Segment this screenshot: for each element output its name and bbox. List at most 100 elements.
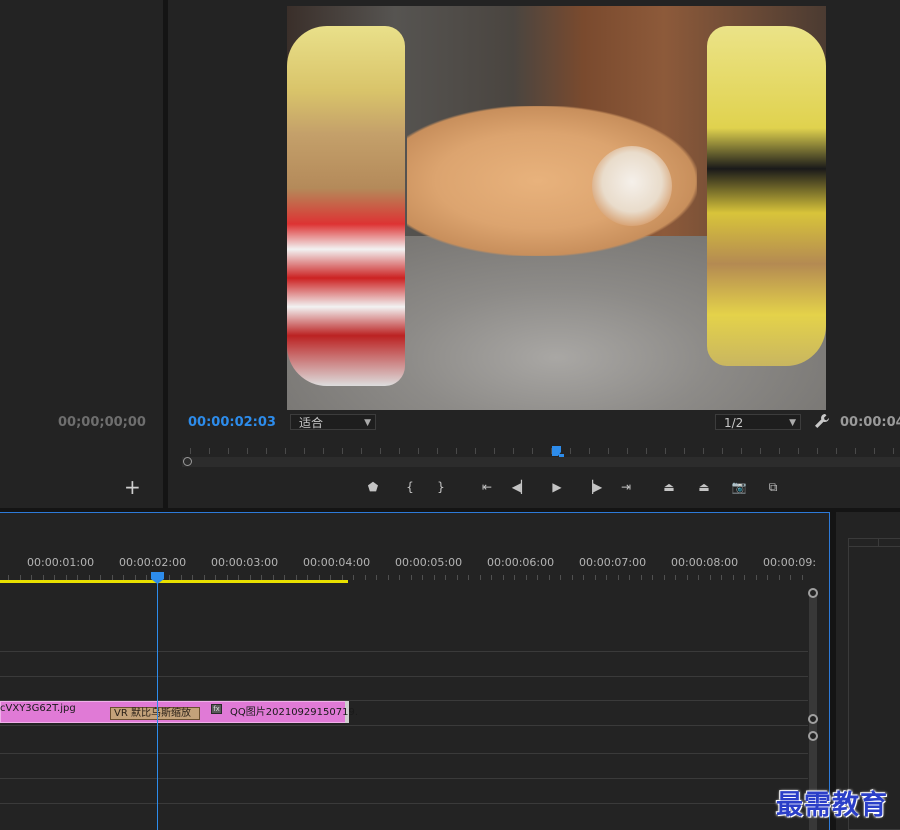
clip-name-1: cVXY3G62T.jpg: [0, 703, 76, 714]
program-duration-timecode: 00:00:04:: [840, 415, 900, 430]
work-area-bar[interactable]: [0, 580, 348, 583]
ruler-tick: [572, 575, 573, 580]
mini-ruler-tick: [228, 448, 229, 454]
ruler-tick: [687, 575, 688, 580]
transition-effect-badge[interactable]: VR 默比乌斯缩放: [110, 707, 200, 720]
ruler-tick: [549, 575, 550, 580]
extract-button[interactable]: ⏏: [694, 478, 714, 496]
ruler-tick: [353, 575, 354, 580]
mini-ruler-tick: [209, 448, 210, 454]
ruler-tick: [491, 575, 492, 580]
fit-select[interactable]: 适合 ▼: [290, 414, 376, 430]
track-divider: [0, 676, 808, 677]
track-divider: [0, 803, 808, 804]
mini-ruler-tick: [342, 448, 343, 454]
ruler-label: 00:00:09:: [763, 556, 817, 569]
lift-button[interactable]: ⏏: [659, 478, 679, 496]
program-mini-ruler[interactable]: [182, 440, 900, 456]
ruler-tick: [503, 575, 504, 580]
add-button[interactable]: +: [124, 477, 141, 497]
chevron-down-icon: ▼: [789, 418, 796, 428]
mini-ruler-tick: [456, 448, 457, 454]
track-divider: [0, 651, 808, 652]
mini-ruler-tick: [893, 448, 894, 454]
mini-ruler-tick: [190, 448, 191, 454]
ruler-label: 00:00:08:00: [671, 556, 739, 569]
mini-ruler-tick: [855, 448, 856, 454]
go-to-in-button[interactable]: ⇤: [477, 478, 497, 496]
mini-ruler-tick: [798, 448, 799, 454]
ruler-tick: [733, 575, 734, 580]
mark-out-button[interactable]: }: [431, 478, 451, 496]
track-divider: [0, 725, 808, 726]
mini-ruler-tick: [665, 448, 666, 454]
ruler-tick: [434, 575, 435, 580]
go-to-out-button[interactable]: ⇥: [616, 478, 636, 496]
ruler-tick: [399, 575, 400, 580]
ruler-tick: [744, 575, 745, 580]
playhead-line: [157, 581, 158, 830]
step-forward-button[interactable]: ▕▶: [583, 478, 603, 496]
ruler-label: 00:00:07:00: [579, 556, 647, 569]
mini-ruler-tick: [779, 448, 780, 454]
export-frame-button[interactable]: 📷: [729, 478, 749, 496]
mini-ruler-tick: [266, 448, 267, 454]
ruler-tick: [802, 575, 803, 580]
mini-ruler-tick: [703, 448, 704, 454]
ruler-tick: [514, 575, 515, 580]
mini-ruler-tick: [418, 448, 419, 454]
scroll-knob-middle[interactable]: [808, 714, 818, 724]
ruler-tick: [560, 575, 561, 580]
mini-ruler-tick: [817, 448, 818, 454]
play-button[interactable]: ▶: [547, 478, 567, 496]
add-marker-button[interactable]: ⬟: [363, 478, 383, 496]
scroll-knob-top[interactable]: [808, 588, 818, 598]
ruler-tick: [468, 575, 469, 580]
ruler-label: 00:00:06:00: [487, 556, 555, 569]
toy-right-region: [707, 26, 826, 366]
fx-icon[interactable]: fx: [211, 704, 222, 714]
mini-ruler-tick: [722, 448, 723, 454]
ruler-label: 00:00:01:00: [27, 556, 95, 569]
clip-name-2: QQ图片20210929150719.: [230, 707, 358, 718]
source-panel: [0, 0, 163, 508]
mark-in-button[interactable]: {: [400, 478, 420, 496]
mini-ruler-tick: [380, 448, 381, 454]
cat-head-region: [592, 146, 672, 226]
step-back-button[interactable]: ◀▏: [511, 478, 531, 496]
mini-ruler-tick: [684, 448, 685, 454]
ruler-label: 00:00:02:00: [119, 556, 187, 569]
resolution-select[interactable]: 1/2 ▼: [715, 414, 801, 430]
ruler-tick: [422, 575, 423, 580]
ruler-tick: [790, 575, 791, 580]
ruler-tick: [595, 575, 596, 580]
ruler-tick: [641, 575, 642, 580]
program-current-timecode[interactable]: 00:00:02:03: [188, 415, 276, 430]
audio-meter-header: [848, 538, 900, 547]
mini-ruler-tick: [247, 448, 248, 454]
mini-ruler-tick: [570, 448, 571, 454]
ruler-tick: [445, 575, 446, 580]
compare-view-button[interactable]: ⧉: [763, 478, 783, 496]
watermark-text: 最需教育: [776, 790, 888, 821]
timeline-playhead[interactable]: [151, 569, 164, 584]
ruler-tick: [411, 575, 412, 580]
zoom-bar-handle[interactable]: [183, 457, 192, 466]
ruler-tick: [664, 575, 665, 580]
mini-ruler-tick: [361, 448, 362, 454]
wrench-icon[interactable]: [814, 413, 830, 429]
ruler-tick: [652, 575, 653, 580]
scroll-knob-lower[interactable]: [808, 731, 818, 741]
mini-ruler-tick: [627, 448, 628, 454]
ruler-tick: [767, 575, 768, 580]
ruler-tick: [388, 575, 389, 580]
mini-ruler-tick: [532, 448, 533, 454]
program-playhead[interactable]: [551, 443, 565, 457]
ruler-tick: [583, 575, 584, 580]
source-timecode[interactable]: 00;00;00;00: [58, 415, 146, 430]
ruler-tick: [779, 575, 780, 580]
mini-ruler-tick: [475, 448, 476, 454]
program-zoom-bar[interactable]: [182, 457, 900, 467]
mini-ruler-tick: [874, 448, 875, 454]
track-divider: [0, 753, 808, 754]
